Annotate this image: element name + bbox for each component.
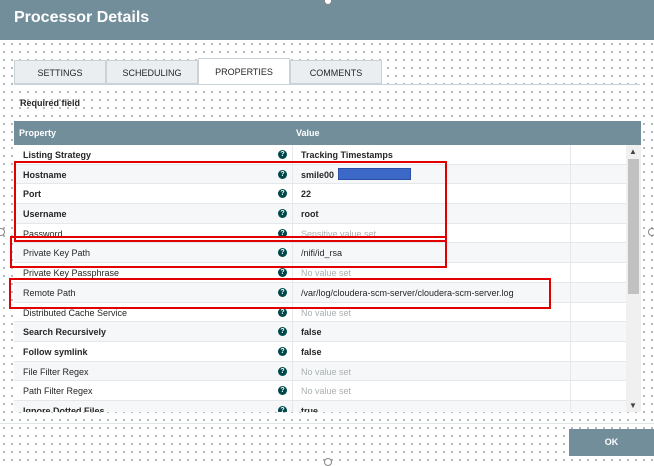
- column-divider: [570, 145, 571, 412]
- help-icon[interactable]: ?: [278, 268, 287, 278]
- footer-divider: [0, 423, 654, 424]
- table-row[interactable]: Search Recursively? false: [14, 322, 626, 342]
- table-row[interactable]: Ignore Dotted Files? true: [14, 400, 626, 412]
- property-name: File Filter Regex: [23, 366, 89, 377]
- tab-divider: [14, 84, 640, 85]
- tab-comments[interactable]: COMMENTS: [290, 60, 382, 84]
- property-name: Search Recursively: [23, 327, 107, 338]
- dialog-title: Processor Details: [14, 9, 150, 26]
- table-header: Property Value: [14, 121, 641, 145]
- property-value[interactable]: No value set: [301, 386, 351, 396]
- highlight-box-private-key: [10, 236, 447, 268]
- tab-settings[interactable]: SETTINGS: [14, 60, 106, 84]
- property-value[interactable]: true: [301, 406, 318, 412]
- scroll-down-icon[interactable]: ▼: [629, 401, 637, 410]
- property-name: Path Filter Regex: [23, 386, 93, 397]
- property-name: Listing Strategy: [23, 150, 92, 160]
- property-value[interactable]: No value set: [301, 268, 351, 278]
- property-value[interactable]: Tracking Timestamps: [301, 150, 393, 160]
- property-value[interactable]: false: [301, 327, 322, 337]
- property-value[interactable]: No value set: [301, 308, 351, 318]
- dialog-title-bar: Processor Details: [0, 0, 654, 40]
- property-value[interactable]: No value set: [301, 367, 351, 377]
- property-name: Distributed Cache Service: [23, 307, 128, 318]
- scrollbar-thumb[interactable]: [628, 159, 639, 294]
- help-icon[interactable]: ?: [278, 346, 287, 356]
- help-icon[interactable]: ?: [278, 386, 287, 396]
- table-scrollbar[interactable]: ▲ ▼: [626, 145, 641, 412]
- table-row[interactable]: File Filter Regex? No value set: [14, 361, 626, 382]
- required-field-label: Required field: [20, 98, 81, 108]
- help-icon[interactable]: ?: [278, 150, 287, 159]
- column-header-property: Property: [19, 128, 57, 138]
- tab-properties[interactable]: PROPERTIES: [198, 58, 290, 85]
- highlight-box-connection: [14, 161, 447, 242]
- property-name: Private Key Passphrase: [23, 268, 120, 279]
- table-row[interactable]: Path Filter Regex? No value set: [14, 381, 626, 401]
- table-row[interactable]: Follow symlink? false: [14, 342, 626, 362]
- column-header-value: Value: [296, 128, 320, 138]
- property-value[interactable]: false: [301, 347, 322, 357]
- help-icon[interactable]: ?: [278, 327, 287, 337]
- highlight-box-remote-path: [9, 278, 551, 309]
- processor-details-dialog: Processor Details SETTINGS SCHEDULING PR…: [0, 0, 654, 466]
- resize-handle[interactable]: [324, 458, 332, 466]
- help-icon[interactable]: ?: [278, 366, 287, 376]
- tab-scheduling[interactable]: SCHEDULING: [106, 60, 198, 84]
- property-name: Ignore Dotted Files: [23, 405, 105, 412]
- resize-handle[interactable]: [0, 228, 5, 236]
- scroll-up-icon[interactable]: ▲: [629, 147, 637, 156]
- property-name: Follow symlink: [23, 346, 88, 357]
- ok-button[interactable]: OK: [569, 429, 654, 456]
- resize-handle[interactable]: [648, 228, 654, 236]
- help-icon[interactable]: ?: [278, 405, 287, 412]
